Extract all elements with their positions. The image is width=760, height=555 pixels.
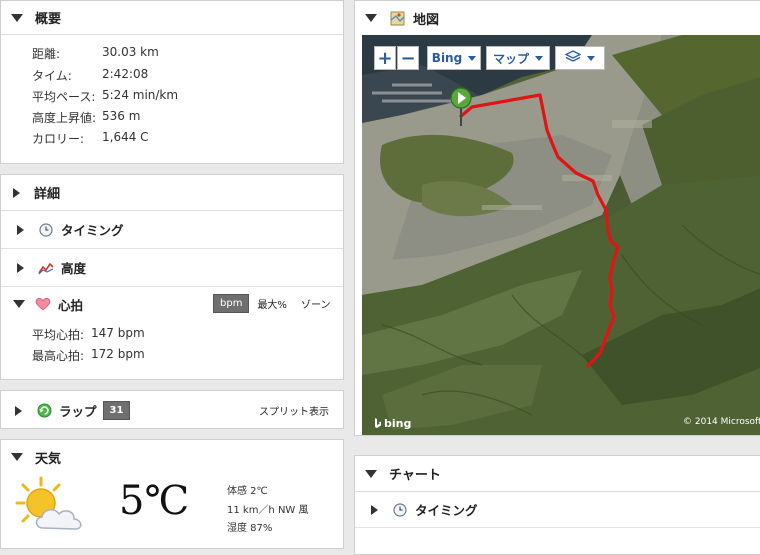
laps-count-badge: 31 bbox=[102, 401, 131, 420]
max-hr-label: 最高心拍: bbox=[32, 349, 85, 363]
chart-timing-row[interactable]: タイミング bbox=[355, 492, 760, 528]
temperature: 5℃ bbox=[119, 478, 190, 524]
distance-label: 距離: bbox=[32, 47, 61, 61]
clock-icon bbox=[392, 502, 408, 518]
laps-panel: ラップ 31 スプリット表示 bbox=[0, 390, 344, 429]
humidity: 湿度 87% bbox=[227, 523, 273, 534]
partly-cloudy-icon bbox=[15, 476, 89, 534]
collapse-icon[interactable] bbox=[11, 453, 23, 461]
copyright: © 2014 Microsoft C bbox=[683, 417, 760, 427]
details-title: 詳細 bbox=[34, 187, 61, 202]
layers-dropdown[interactable] bbox=[555, 46, 605, 70]
chart-panel: チャート タイミング bbox=[354, 455, 760, 555]
weather-header[interactable]: 天気 bbox=[1, 440, 343, 474]
tab-max-percent[interactable]: 最大% bbox=[257, 296, 287, 311]
chevron-down-icon bbox=[468, 55, 477, 61]
provider-dropdown[interactable]: Bing bbox=[427, 46, 481, 70]
collapse-icon[interactable] bbox=[365, 469, 377, 478]
timing-row[interactable]: タイミング bbox=[1, 211, 343, 249]
elevation-label: 高度 bbox=[61, 261, 87, 276]
chart-title: チャート bbox=[389, 468, 441, 483]
map-header[interactable]: 地図 bbox=[355, 1, 760, 35]
pace-label: 平均ペース: bbox=[32, 90, 96, 104]
map-panel: 地図 + − Bing マップ bing © 2014 Microsoft bbox=[354, 0, 760, 436]
clock-icon bbox=[38, 222, 54, 238]
laps-icon bbox=[36, 403, 52, 419]
map-icon bbox=[389, 10, 405, 26]
timing-label: タイミング bbox=[61, 223, 124, 238]
calories-label: カロリー: bbox=[32, 132, 85, 146]
elevation-gain-value: 536 m bbox=[102, 109, 141, 123]
chart-timing-label: タイミング bbox=[415, 503, 478, 518]
time-label: タイム: bbox=[32, 69, 72, 83]
expand-icon[interactable] bbox=[15, 405, 22, 416]
map-view[interactable]: + − Bing マップ bing © 2014 Microsoft C bbox=[362, 35, 760, 435]
summary-panel: 概要 距離: 30.03 km タイム: 2:42:08 平均ペース: 5:24… bbox=[0, 0, 344, 164]
elevation-chart-icon bbox=[38, 260, 54, 276]
expand-icon[interactable] bbox=[371, 504, 378, 515]
chevron-down-icon bbox=[587, 55, 595, 61]
pace-value: 5:24 min/km bbox=[102, 88, 179, 102]
heart-icon bbox=[35, 296, 51, 312]
avg-hr-label: 平均心拍: bbox=[32, 328, 85, 342]
collapse-icon[interactable] bbox=[11, 13, 23, 22]
weather-title: 天気 bbox=[35, 451, 62, 467]
map-title: 地図 bbox=[413, 12, 440, 28]
distance-value: 30.03 km bbox=[102, 45, 159, 59]
heart-rate-tabs: bpm 最大% ゾーン bbox=[213, 294, 330, 313]
split-view-link[interactable]: スプリット表示 bbox=[259, 403, 329, 418]
weather-panel: 天気 5℃ 体感 2℃ 11 km／h NW 風 湿度 87% bbox=[0, 439, 344, 549]
calories-value: 1,644 C bbox=[102, 130, 149, 144]
heart-rate-title: 心拍 bbox=[58, 297, 84, 313]
avg-hr-value: 147 bpm bbox=[91, 326, 145, 340]
chevron-down-icon bbox=[535, 55, 543, 61]
tab-zone[interactable]: ゾーン bbox=[301, 296, 331, 311]
bing-logo: bing bbox=[374, 417, 411, 430]
details-panel: 詳細 タイミング 高度 心拍 bpm 最大% ゾーン 平均心拍: 147 bpm… bbox=[0, 174, 344, 380]
provider-label: Bing bbox=[431, 51, 463, 65]
max-hr-value: 172 bpm bbox=[91, 347, 145, 361]
map-type-label: マップ bbox=[492, 51, 529, 66]
tab-bpm[interactable]: bpm bbox=[213, 294, 250, 313]
layers-icon bbox=[564, 49, 582, 67]
time-value: 2:42:08 bbox=[102, 67, 149, 81]
summary-header[interactable]: 概要 bbox=[1, 1, 343, 35]
collapse-icon[interactable] bbox=[365, 14, 377, 22]
laps-title: ラップ bbox=[59, 404, 97, 419]
zoom-in-button[interactable]: + bbox=[374, 46, 396, 70]
laps-row[interactable]: ラップ 31 スプリット表示 bbox=[1, 391, 343, 428]
expand-icon[interactable] bbox=[13, 187, 20, 198]
elevation-row[interactable]: 高度 bbox=[1, 249, 343, 287]
map-type-dropdown[interactable]: マップ bbox=[486, 46, 550, 70]
bing-logo-text: bing bbox=[384, 417, 412, 430]
details-header[interactable]: 詳細 bbox=[1, 175, 343, 211]
collapse-icon[interactable] bbox=[13, 300, 25, 308]
elevation-gain-label: 高度上昇値: bbox=[32, 111, 97, 125]
expand-icon[interactable] bbox=[17, 262, 24, 273]
feels-like: 体感 2℃ bbox=[227, 486, 268, 497]
summary-title: 概要 bbox=[35, 12, 62, 27]
zoom-out-button[interactable]: − bbox=[397, 46, 419, 70]
start-pin-icon[interactable] bbox=[450, 87, 472, 127]
chart-header[interactable]: チャート bbox=[355, 456, 760, 492]
route-track bbox=[458, 93, 620, 369]
expand-icon[interactable] bbox=[17, 224, 24, 235]
wind: 11 km／h NW 風 bbox=[227, 505, 309, 516]
